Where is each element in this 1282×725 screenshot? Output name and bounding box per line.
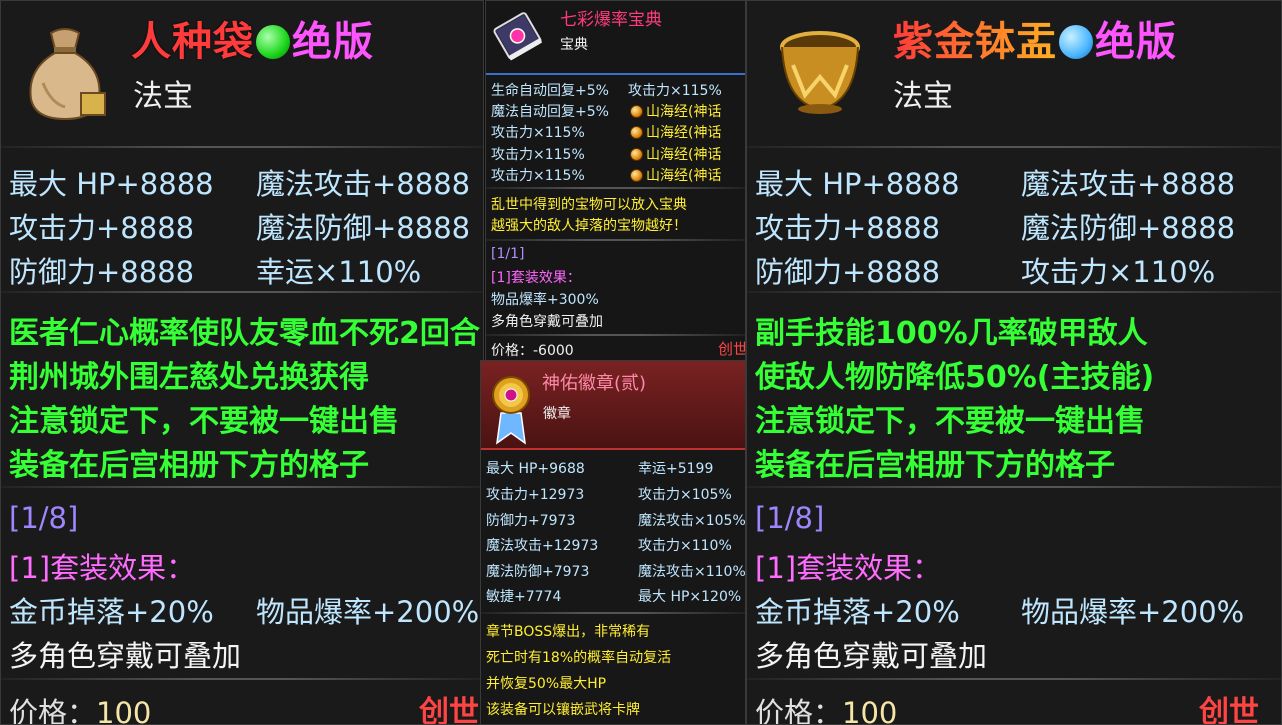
- description-line: 乱世中得到的宝物可以放入宝典: [491, 197, 687, 213]
- item-type: 法宝: [133, 79, 193, 114]
- item-title-suffix: 绝版: [292, 19, 374, 65]
- stat-left: 攻击力+12973: [486, 487, 585, 503]
- stat-left: 魔法攻击+12973: [486, 538, 599, 554]
- stack-note: 多角色穿戴可叠加: [755, 639, 988, 673]
- set-count: [1/8]: [9, 501, 79, 535]
- set-item-name: 山海经(神话: [646, 104, 722, 120]
- gold-coin-icon: [630, 105, 643, 118]
- stat-attack: 攻击力+8888: [9, 211, 195, 245]
- set-bonus-gold: 金币掉落+20%: [9, 595, 214, 629]
- stat-attack-percent: 攻击力×110%: [1021, 255, 1216, 289]
- price-value: -6000: [533, 343, 574, 359]
- stat-left: 攻击力×115%: [491, 168, 585, 184]
- stat-defense: 防御力+8888: [755, 255, 941, 289]
- stat-right: 魔法攻击×110%: [638, 564, 746, 580]
- description-line: 荆州城外围左慈处兑换获得: [9, 360, 369, 395]
- stat-magic-defense: 魔法防御+8888: [256, 211, 471, 245]
- price-label: 价格：: [9, 696, 97, 725]
- item-type: 徽章: [543, 406, 571, 422]
- description-line: 章节BOSS爆出，非常稀有: [486, 624, 651, 640]
- set-bonus-drop: 物品爆率+300%: [491, 292, 599, 308]
- stat-right: 最大 HP×120%: [638, 589, 742, 605]
- stat-left: 敏捷+7774: [486, 589, 562, 605]
- stack-note: 多角色穿戴可叠加: [491, 314, 603, 330]
- description-line: 副手技能100%几率破甲敌人: [755, 316, 1148, 351]
- stat-left: 最大 HP+9688: [486, 461, 585, 477]
- description-line: 装备在后宫相册下方的格子: [9, 448, 369, 483]
- item-title: 紫金钵盂: [893, 19, 1057, 65]
- stat-left: 魔法防御+7973: [486, 564, 590, 580]
- stat-left: 生命自动回复+5%: [491, 83, 609, 99]
- price-value: 100: [96, 696, 152, 725]
- description-line: 医者仁心概率使队友零血不死2回合: [9, 316, 480, 351]
- description-line: 死亡时有18%的概率自动复活: [486, 650, 672, 666]
- stat-max-hp: 最大 HP+8888: [755, 167, 960, 201]
- green-orb-icon: [256, 25, 290, 59]
- jeweled-book-icon: [491, 5, 543, 65]
- green-orb-icon: [1059, 25, 1093, 59]
- middle-bottom-item-tooltip: 神佑徽章(贰) 徽章 最大 HP+9688 攻击力+12973 防御力+7973…: [480, 360, 746, 725]
- stat-right: 攻击力×115%: [628, 83, 722, 99]
- description-line: 越强大的敌人掉落的宝物越好！: [491, 218, 687, 234]
- brand-mark: 创世: [718, 340, 746, 358]
- description-line: 注意锁定下，不要被一键出售: [755, 404, 1145, 439]
- brand-mark: 创世: [1199, 695, 1259, 725]
- stat-defense: 防御力+8888: [9, 255, 195, 289]
- description-line: 装备在后宫相册下方的格子: [755, 448, 1115, 483]
- description-line: 并恢复50%最大HP: [486, 676, 607, 692]
- stat-right: 攻击力×105%: [638, 487, 732, 503]
- item-type: 法宝: [893, 79, 953, 114]
- stat-left: 攻击力×115%: [491, 125, 585, 141]
- stat-left: 防御力+7973: [486, 513, 576, 529]
- price-label: 价格：: [491, 343, 533, 359]
- right-item-tooltip: 紫金钵盂 绝版 法宝 最大 HP+8888 攻击力+8888 防御力+8888 魔…: [746, 0, 1282, 725]
- set-count: [1/8]: [755, 501, 825, 535]
- stat-left: 魔法自动回复+5%: [491, 104, 609, 120]
- golden-bowl-icon: [775, 25, 865, 117]
- price-value: 100: [842, 696, 898, 725]
- item-title: 人种袋: [131, 19, 254, 65]
- set-item-name: 山海经(神话: [646, 147, 722, 163]
- medal-badge-icon: [491, 369, 531, 445]
- description-line: 注意锁定下，不要被一键出售: [9, 404, 399, 439]
- item-title: 神佑徽章(贰): [542, 373, 647, 394]
- set-bonus-gold: 金币掉落+20%: [755, 595, 960, 629]
- item-title: 七彩爆率宝典: [560, 10, 662, 30]
- set-item-name: 山海经(神话: [646, 125, 722, 141]
- stat-magic-attack: 魔法攻击+8888: [256, 167, 471, 201]
- stat-magic-defense: 魔法防御+8888: [1021, 211, 1236, 245]
- set-bonus-drop: 物品爆率+200%: [1021, 595, 1245, 629]
- set-effect-label: [1]套装效果：: [9, 551, 196, 585]
- item-type: 宝典: [560, 37, 588, 53]
- gold-coin-icon: [630, 126, 643, 139]
- stack-note: 多角色穿戴可叠加: [9, 639, 242, 673]
- stat-right: 攻击力×110%: [638, 538, 732, 554]
- price-label: 价格：: [755, 696, 843, 725]
- set-item-name: 山海经(神话: [646, 168, 722, 184]
- gold-coin-icon: [630, 169, 643, 182]
- stat-luck: 幸运×110%: [256, 255, 422, 289]
- stat-max-hp: 最大 HP+8888: [9, 167, 214, 201]
- set-count: [1/1]: [491, 246, 525, 262]
- description-line: 使敌人物防降低50%(主技能): [755, 360, 1155, 395]
- set-effect-label: [1]套装效果：: [491, 270, 581, 286]
- stat-left: 攻击力×115%: [491, 147, 585, 163]
- stat-magic-attack: 魔法攻击+8888: [1021, 167, 1236, 201]
- item-title-suffix: 绝版: [1095, 19, 1177, 65]
- middle-top-item-tooltip: 七彩爆率宝典 宝典 生命自动回复+5% 攻击力×115% 魔法自动回复+5% 山…: [485, 0, 746, 362]
- gold-coin-icon: [630, 148, 643, 161]
- left-item-tooltip: 人种袋 绝版 法宝 最大 HP+8888 攻击力+8888 防御力+8888 魔法…: [0, 0, 484, 725]
- set-effect-label: [1]套装效果：: [755, 551, 942, 585]
- stat-attack: 攻击力+8888: [755, 211, 941, 245]
- stat-right: 魔法攻击×105%: [638, 513, 746, 529]
- cloth-bag-icon: [21, 23, 109, 121]
- brand-mark: 创世: [419, 695, 479, 725]
- description-line: 该装备可以镶嵌武将卡牌: [486, 702, 640, 718]
- stat-right: 幸运+5199: [638, 461, 714, 477]
- set-bonus-drop: 物品爆率+200%: [256, 595, 480, 629]
